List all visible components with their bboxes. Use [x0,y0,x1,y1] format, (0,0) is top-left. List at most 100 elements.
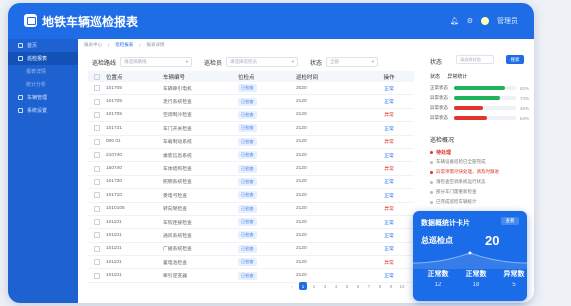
sidebar-item[interactable]: 巡检报表 [8,52,78,65]
row-checkbox[interactable] [94,272,100,279]
row-checkbox[interactable] [94,178,100,185]
sidebar-item[interactable]: 统计分析 [8,78,78,91]
bell-icon[interactable]: 🔔︎ [450,17,459,25]
page-button[interactable]: 8 [376,282,384,290]
page-button[interactable]: 1 [299,282,307,290]
card-stat-label: 正常数 [465,271,487,278]
cell-time: 2020 [296,85,307,91]
page-button[interactable]: 3 [321,282,329,290]
table-row[interactable]: 101730 照明系统检查 已检查 2120 正常 [88,176,414,190]
table-row[interactable]: 101101 广播系统检查 已检查 2120 正常 [88,243,414,257]
breadcrumb-item[interactable]: 报表中心 [84,42,102,48]
select-all-checkbox[interactable] [94,73,100,80]
page-button[interactable]: 10 [398,282,406,290]
status-badge: 已检查 [238,124,257,133]
row-action-link[interactable]: 异常 [364,205,414,212]
table-row[interactable]: 101705 空调制冷检查 已检查 2120 异常 [88,109,414,123]
table-row[interactable]: 101101 蓄电池检查 已检查 2120 异常 [88,256,414,270]
progress-fill [454,86,505,90]
bar-label: 异常状态 [430,115,448,120]
bar-label: 正常状态 [430,85,448,90]
row-action-link[interactable]: 正常 [364,219,414,226]
bar-value: 74% [520,95,530,101]
cell-name: 车载制动系统 [163,140,192,146]
table-row[interactable]: 101731 车门开关检查 已检查 2120 正常 [88,122,414,136]
row-checkbox[interactable] [94,85,100,92]
status-bar-row: 正常状态 82% [430,85,529,91]
breadcrumb-item[interactable]: 巡检报表 [115,42,133,48]
row-action-link[interactable]: 异常 [364,111,414,118]
status-select[interactable]: 全部 ▾ [326,57,379,67]
row-action-link[interactable]: 异常 [364,138,414,145]
row-action-link[interactable]: 正常 [364,125,414,132]
row-checkbox[interactable] [94,138,100,145]
table-row[interactable]: 150740 车体结构检查 已检查 2120 异常 [88,162,414,176]
alert-text: 部分车门需重新检查 [436,189,477,194]
inspector-filter-label: 巡检员 [204,60,223,67]
card-stat-value: 5 [512,282,516,288]
cell-name: 受电弓检查 [163,193,187,199]
route-select[interactable]: 请选择路线 ▾ [120,57,193,67]
user-name[interactable]: 管理员 [497,16,518,26]
row-checkbox[interactable] [94,98,100,105]
progress-fill [454,96,500,100]
row-action-link[interactable]: 正常 [364,85,414,92]
top-bar: 地铁车辆巡检报表 🔔︎ ⚙︎ 管理员 [8,3,534,39]
row-checkbox[interactable] [94,259,100,266]
row-checkbox[interactable] [94,219,100,226]
table-row[interactable]: 1010105 转向架检查 已检查 2120 异常 [88,203,414,216]
page-button[interactable]: 7 [365,282,373,290]
row-checkbox[interactable] [94,232,100,239]
table-row[interactable]: 101101 车钩连接检查 已检查 2120 正常 [88,216,414,230]
row-action-link[interactable]: 正常 [364,178,414,185]
cell-time: 2120 [296,206,307,212]
table-row[interactable]: 101101 牵引逆变器 已检查 2120 正常 [88,269,414,283]
table-row[interactable]: 101705 车辆牵引电机 已检查 2020 正常 [88,82,414,96]
page-button[interactable]: 4 [332,282,340,290]
sidebar-item[interactable]: 车辆管理 [8,91,78,104]
card-title: 数据概统计卡片 [421,220,470,227]
prev-page-icon[interactable]: ‹ [288,282,296,290]
status-input[interactable]: 请选择状态 [456,55,494,64]
sidebar-item[interactable]: 报表详情 [8,65,78,78]
row-action-link[interactable]: 正常 [364,98,414,105]
row-checkbox[interactable] [94,125,100,132]
cell-time: 2120 [296,232,307,238]
page-button[interactable]: 2 [310,282,318,290]
cell-name: 蓄电池检查 [163,260,187,266]
row-action-link[interactable]: 异常 [364,259,414,266]
gear-icon[interactable]: ⚙︎ [467,17,473,25]
card-view-button[interactable]: 查看 [501,217,519,225]
inspector-select[interactable]: 请选择巡检员 ▾ [226,57,299,67]
alert-item: 已完成巡检车辆统计 [430,199,477,205]
sidebar-item[interactable]: 系统设置 [8,104,78,117]
sidebar: 首页 巡检报表 报表详情 统计分析 车辆管理 系统设置 [8,39,78,303]
page-button[interactable]: 9 [387,282,395,290]
search-button[interactable]: 搜索 [506,55,524,64]
table-row[interactable]: 210740 乘客信息系统 已检查 2120 正常 [88,149,414,163]
row-action-link[interactable]: 正常 [364,245,414,252]
row-checkbox[interactable] [94,192,100,199]
table-row[interactable]: 101705 走行系统检查 已检查 2120 正常 [88,95,414,109]
row-action-link[interactable]: 异常 [364,165,414,172]
avatar[interactable] [481,17,489,25]
row-action-link[interactable]: 正常 [364,232,414,239]
row-checkbox[interactable] [94,152,100,159]
table-row[interactable]: 101101 通风系统检查 已检查 2120 正常 [88,229,414,243]
page-button[interactable]: 5 [343,282,351,290]
progress-track [454,106,516,110]
row-action-link[interactable]: 正常 [364,272,414,279]
chevron-down-icon: ▾ [185,59,189,64]
row-checkbox[interactable] [94,165,100,172]
row-checkbox[interactable] [94,245,100,252]
row-checkbox[interactable] [94,111,100,118]
row-action-link[interactable]: 正常 [364,152,414,159]
table-row[interactable]: 000 01 车载制动系统 已检查 2120 异常 [88,136,414,149]
cell-time: 2120 [296,246,307,252]
page-button[interactable]: 6 [354,282,362,290]
row-action-link[interactable]: 正常 [364,192,414,199]
sidebar-item[interactable]: 首页 [8,39,78,52]
row-checkbox[interactable] [94,205,100,212]
alert-item: 异常项需尽快处理，请及时跟进 [430,169,499,175]
table-row[interactable]: 101710 受电弓检查 已检查 2120 正常 [88,189,414,203]
